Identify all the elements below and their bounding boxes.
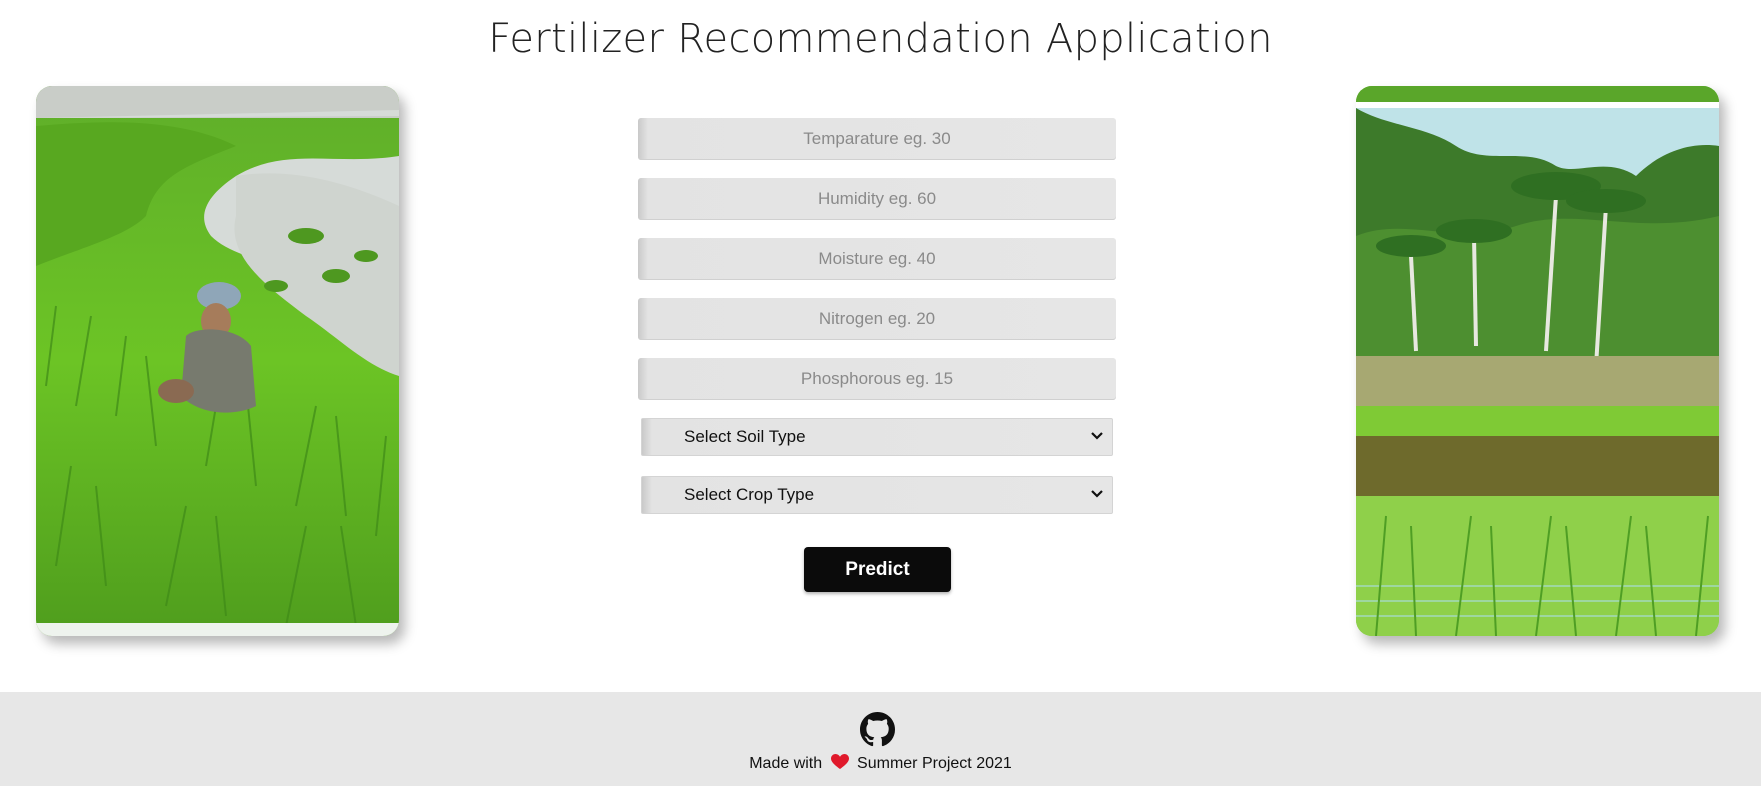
palm-trees-paddy-field-image <box>1356 86 1719 636</box>
phosphorous-input[interactable] <box>638 358 1116 400</box>
temperature-input[interactable] <box>638 118 1116 160</box>
chevron-down-icon <box>1091 490 1103 498</box>
predict-button[interactable]: Predict <box>804 547 951 592</box>
crop-type-select[interactable]: Select Crop Type <box>641 476 1113 514</box>
project-text: Summer Project 2021 <box>857 755 1012 772</box>
made-with-text: Made with <box>749 755 823 772</box>
rice-paddy-farmer-image <box>36 86 399 636</box>
chevron-down-icon <box>1091 432 1103 440</box>
page-title: Fertilizer Recommendation Application <box>488 16 1273 62</box>
soil-type-select-value: Select Soil Type <box>684 427 806 446</box>
github-icon[interactable] <box>860 712 895 747</box>
footer-credit: Made with Summer Project 2021 <box>0 754 1761 773</box>
humidity-input[interactable] <box>638 178 1116 220</box>
soil-type-select[interactable]: Select Soil Type <box>641 418 1113 456</box>
crop-type-select-value: Select Crop Type <box>684 485 815 504</box>
moisture-input[interactable] <box>638 238 1116 280</box>
heart-icon <box>830 754 849 769</box>
nitrogen-input[interactable] <box>638 298 1116 340</box>
footer: Made with Summer Project 2021 <box>0 692 1761 786</box>
prediction-form: Select Soil Type Select Crop Type <box>638 118 1116 514</box>
